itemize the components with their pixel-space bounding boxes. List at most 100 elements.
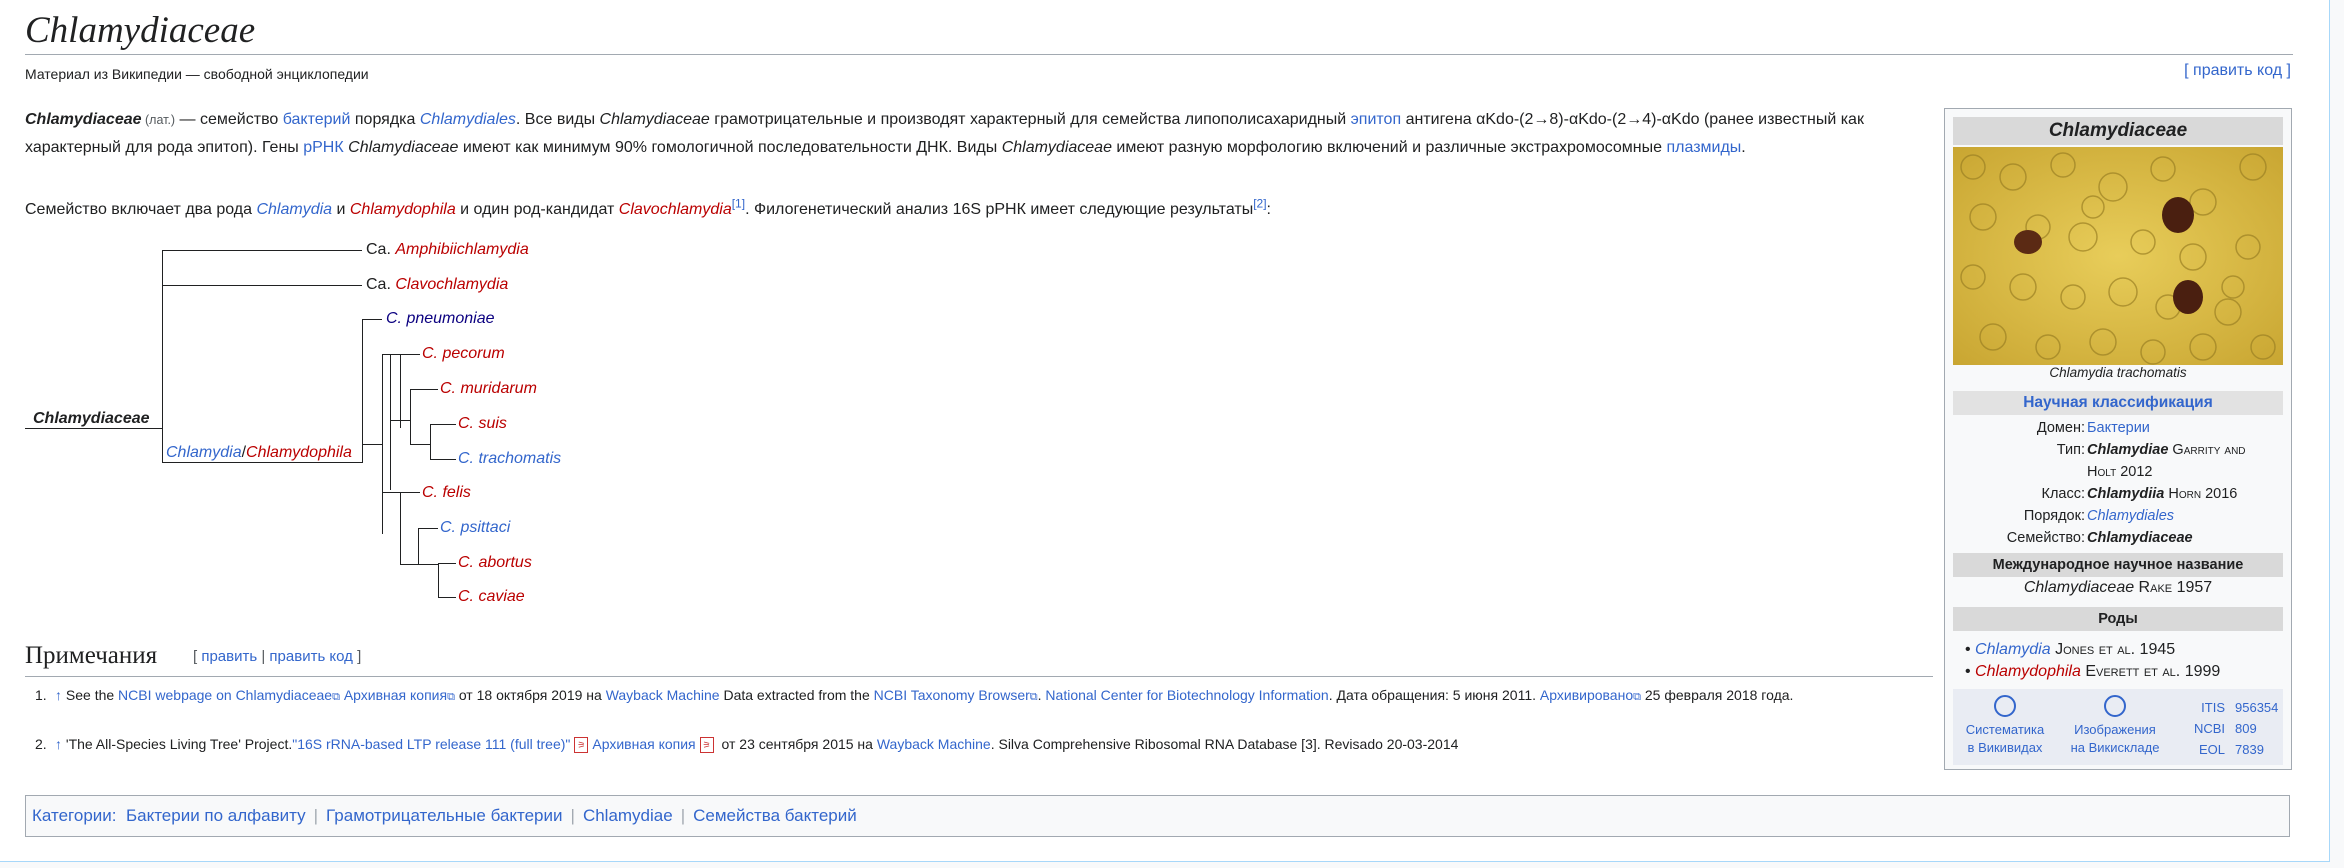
identifier-value[interactable]: 956354: [2235, 700, 2278, 715]
clado-branch: [162, 250, 163, 463]
cladogram: Chlamydiaceae Chlamydia/Chlamydophila Ca…: [0, 0, 700, 620]
link-text: C. felis: [422, 484, 471, 501]
classification-heading[interactable]: Научная классификация: [1953, 391, 2283, 415]
link-text: C. abortus: [458, 554, 532, 571]
clado-branch: [418, 564, 438, 565]
edit-section-code-link[interactable]: править код: [269, 648, 353, 665]
clado-leaf: C. pneumoniae: [386, 309, 495, 329]
ref-link-ncbi-webpage[interactable]: NCBI webpage on Chlamydiaceae: [118, 687, 332, 703]
text: от 23 сентября 2015 на: [717, 736, 877, 752]
link-text: C. caviae: [458, 588, 525, 605]
identifier-key[interactable]: ITIS: [2183, 697, 2225, 718]
identifier-value[interactable]: 809: [2235, 721, 2257, 736]
year: 1999: [2180, 663, 2221, 680]
text: Chlamydia: [1975, 641, 2051, 658]
ref-link-ncbi[interactable]: National Center for Biotechnology Inform…: [1045, 687, 1328, 703]
clado-branch: [438, 597, 456, 598]
external-link-icon: ⧉: [1633, 691, 1641, 703]
microscopy-image: [1953, 147, 2283, 365]
reference-item: 1. ↑ See the NCBI webpage on Chlamydiacea…: [35, 684, 1925, 708]
clado-inner-label: Chlamydia/Chlamydophila: [166, 443, 352, 463]
clado-link-chlamydia[interactable]: Chlamydia: [166, 444, 242, 461]
clado-leaf-link[interactable]: C. abortus: [458, 554, 532, 571]
link-plasmids[interactable]: плазмиды: [1666, 139, 1741, 156]
link-text: C. trachomatis: [458, 450, 562, 467]
categories-box: Категории: Бактерии по алфавиту | Грамотри…: [25, 795, 2290, 837]
text: . Филогенетический анализ 16S рРНК имеет…: [745, 201, 1254, 218]
taxobox-links: Систематика в Викивидах Изображения на В…: [1953, 689, 2283, 765]
link-clavochlamydia[interactable]: Clavochlamydia: [619, 201, 732, 218]
clado-branch: [390, 420, 410, 421]
category-link[interactable]: Бактерии по алфавиту: [126, 806, 306, 825]
clado-leaf-link[interactable]: C. caviae: [458, 588, 525, 605]
clado-root-label: Chlamydiaceae: [33, 410, 150, 427]
identifier-key[interactable]: EOL: [2183, 739, 2225, 760]
ref-link-archived[interactable]: Архивировано: [1540, 687, 1633, 703]
clado-leaf-link[interactable]: C. muridarum: [440, 380, 537, 397]
clado-leaf: C. abortus: [458, 553, 532, 573]
clado-branch: [410, 389, 411, 445]
taxobox-image[interactable]: [1953, 147, 2283, 365]
edit-section-link[interactable]: править: [201, 648, 257, 665]
category-link[interactable]: Грамотрицательные бактерии: [326, 806, 562, 825]
row-value-link[interactable]: Chlamydiales: [2087, 505, 2277, 527]
clado-leaf-link[interactable]: C. pecorum: [422, 345, 505, 362]
wikispecies-link[interactable]: Систематика в Викивидах: [1959, 695, 2051, 757]
clado-branch: [400, 492, 420, 493]
clado-leaf: Ca. Amphibiichlamydia: [366, 240, 529, 260]
taxobox-row-domain: Домен: Бактерии: [1945, 417, 2291, 439]
edit-code-link[interactable]: [ править код ]: [2184, 62, 2291, 80]
text: Chlamydiia: [2087, 486, 2165, 502]
row-value-link[interactable]: Бактерии: [2087, 417, 2277, 439]
category-link[interactable]: Chlamydiae: [583, 806, 673, 825]
text: See the: [62, 687, 119, 703]
link-rrna[interactable]: рРНК: [303, 139, 343, 156]
clado-branch: [418, 528, 419, 564]
text: грамотрицательные и производят характерн…: [709, 111, 1351, 128]
identifier-key[interactable]: NCBI: [2183, 718, 2225, 739]
clado-leaf-link[interactable]: C. pneumoniae: [386, 310, 495, 327]
ref-link-wayback[interactable]: Wayback Machine: [877, 736, 991, 752]
clado-leaf-link[interactable]: C. trachomatis: [458, 450, 561, 467]
ref-link-wayback[interactable]: Wayback Machine: [606, 687, 720, 703]
external-link-icon: ⧉: [447, 691, 455, 703]
ref-link-taxonomy-browser[interactable]: NCBI Taxonomy Browser: [874, 687, 1030, 703]
backlink-arrow[interactable]: ↑: [55, 687, 62, 703]
identifier-value[interactable]: 7839: [2235, 742, 2264, 757]
identifier-row: ITIS 956354: [2183, 697, 2278, 718]
authority: Horn 2016: [2164, 486, 2238, 502]
link-epitope[interactable]: эпитоп: [1351, 111, 1401, 128]
link-chlamydophila[interactable]: Chlamydophila: [350, 201, 456, 218]
backlink-arrow[interactable]: ↑: [55, 736, 62, 752]
identifier-row: NCBI 809: [2183, 718, 2278, 739]
clado-leaf-link[interactable]: C. psittaci: [440, 519, 510, 536]
ref-link-archive[interactable]: Архивная копия: [344, 687, 447, 703]
taxobox-row-family: Семейство: Chlamydiaceae: [1945, 527, 2291, 549]
categories-label[interactable]: Категории:: [32, 806, 117, 825]
category-link[interactable]: Семейства бактерий: [693, 806, 857, 825]
text: имеют как минимум 90% гомологичной после…: [458, 139, 1002, 156]
genus-link-chlamydia[interactable]: Chlamydia: [1975, 641, 2051, 658]
row-key: Порядок:: [2023, 508, 2085, 524]
clado-branch: [400, 354, 401, 428]
commons-link[interactable]: Изображения на Викискладе: [2065, 695, 2165, 757]
clado-leaf: C. psittaci: [440, 518, 510, 538]
clado-leaf-link[interactable]: Amphibiichlamydia: [395, 241, 528, 258]
link-chlamydiales[interactable]: Chlamydiales: [420, 111, 516, 128]
clado-leaf-link[interactable]: C. suis: [458, 415, 507, 432]
ref-link-archive[interactable]: Архивная копия: [592, 736, 695, 752]
taxobox-caption: Chlamydia trachomatis: [2049, 365, 2187, 380]
clado-branch: [438, 563, 456, 564]
link-text: C. psittaci: [440, 519, 511, 536]
footnote-1[interactable]: [1]: [732, 197, 745, 211]
genus-link-chlamydophila[interactable]: Chlamydophila: [1975, 663, 2081, 680]
clado-leaf-link[interactable]: C. felis: [422, 484, 471, 501]
clado-link-chlamydophila[interactable]: Chlamydophila: [246, 444, 352, 461]
footnote-2[interactable]: [2]: [1253, 197, 1266, 211]
link-bacteria[interactable]: бактерий: [283, 111, 351, 128]
link-chlamydia[interactable]: Chlamydia: [256, 201, 332, 218]
ref-link-ltp[interactable]: "16S rRNA-based LTP release 111 (full tr…: [292, 736, 570, 752]
text: Ca.: [366, 241, 396, 258]
text: имеют разную морфологию включений и разл…: [1111, 139, 1667, 156]
clado-leaf-link[interactable]: Clavochlamydia: [395, 276, 508, 293]
